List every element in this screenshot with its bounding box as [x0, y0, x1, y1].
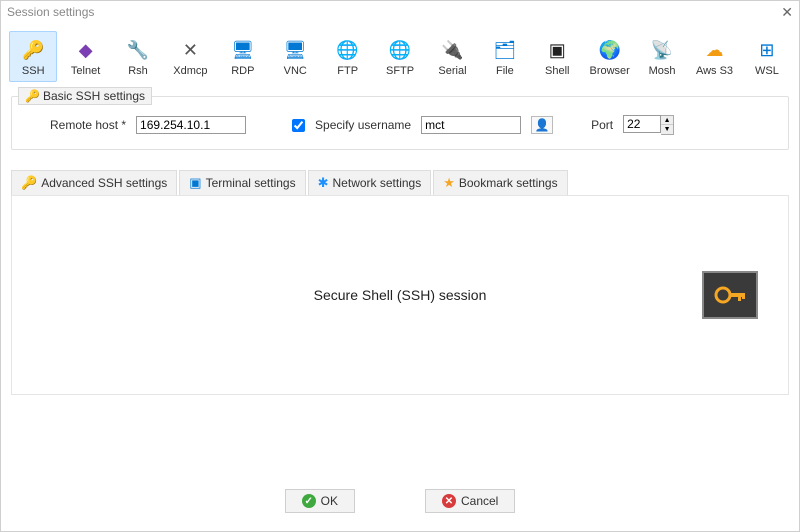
ok-label: OK: [321, 494, 338, 508]
session-type-file[interactable]: 🗂 File: [481, 31, 529, 82]
session-key-badge: [702, 271, 758, 319]
rsh-icon: 🔧: [126, 38, 150, 62]
specify-username-checkbox[interactable]: [292, 119, 305, 132]
session-type-label: Aws S3: [696, 65, 733, 77]
shell-icon: ▣: [545, 38, 569, 62]
tab-network-settings[interactable]: ✱ Network settings: [308, 170, 432, 195]
session-type-serial[interactable]: 🔌 Serial: [428, 31, 476, 82]
key-large-icon: [712, 279, 748, 311]
remote-host-label: Remote host *: [50, 118, 126, 132]
aws-s3-icon: ☁: [702, 38, 726, 62]
session-type-label: Telnet: [71, 65, 100, 77]
titlebar: Session settings ✕: [1, 1, 799, 23]
session-type-label: Serial: [438, 65, 466, 77]
ok-icon: ✓: [302, 494, 316, 508]
session-type-shell[interactable]: ▣ Shell: [533, 31, 581, 82]
basic-ssh-legend-label: Basic SSH settings: [43, 89, 145, 103]
session-type-aws-s3[interactable]: ☁ Aws S3: [690, 31, 738, 82]
session-type-ssh[interactable]: 🔑 SSH: [9, 31, 57, 82]
username-input[interactable]: [421, 116, 521, 134]
session-title: Secure Shell (SSH) session: [314, 287, 487, 303]
session-type-label: Rsh: [128, 65, 148, 77]
network-settings-tab-icon: ✱: [318, 175, 329, 191]
tab-label: Network settings: [333, 176, 422, 190]
dialog-buttons: ✓ OK ✕ Cancel: [1, 489, 799, 513]
settings-panel: Secure Shell (SSH) session: [11, 195, 789, 395]
port-label: Port: [591, 118, 613, 132]
session-type-label: SSH: [22, 65, 45, 77]
tab-label: Terminal settings: [206, 176, 296, 190]
session-type-label: Shell: [545, 65, 569, 77]
session-type-row: 🔑 SSH ◆ Telnet 🔧 Rsh ✕ Xdmcp 🖥 RDP 🖥 VNC 🌐 FTP 🌐 SFTP 🔌 S…: [1, 23, 799, 88]
cancel-button[interactable]: ✕ Cancel: [425, 489, 515, 513]
cancel-label: Cancel: [461, 494, 498, 508]
session-type-vnc[interactable]: 🖥 VNC: [271, 31, 319, 82]
tab-advanced-ssh-settings[interactable]: 🔑 Advanced SSH settings: [11, 170, 177, 195]
settings-tabs: 🔑 Advanced SSH settings ▣ Terminal settings…: [11, 170, 789, 195]
sftp-icon: 🌐: [388, 38, 412, 62]
basic-ssh-group: 🔑 Basic SSH settings Remote host * Speci…: [11, 96, 789, 150]
window-title: Session settings: [7, 5, 94, 19]
session-type-label: Xdmcp: [173, 65, 207, 77]
close-icon[interactable]: ✕: [781, 4, 793, 21]
tab-label: Bookmark settings: [459, 176, 558, 190]
key-icon: 🔑: [25, 89, 40, 103]
browser-icon: 🌍: [598, 38, 622, 62]
session-type-label: RDP: [231, 65, 254, 77]
basic-ssh-legend: 🔑 Basic SSH settings: [18, 87, 152, 105]
port-step-down[interactable]: ▼: [661, 125, 673, 134]
session-type-label: File: [496, 65, 514, 77]
file-icon: 🗂: [493, 38, 517, 62]
session-type-label: Mosh: [649, 65, 676, 77]
session-type-sftp[interactable]: 🌐 SFTP: [376, 31, 424, 82]
advanced-ssh-settings-tab-icon: 🔑: [21, 175, 37, 191]
session-type-label: SFTP: [386, 65, 414, 77]
cancel-icon: ✕: [442, 494, 456, 508]
session-type-label: Browser: [590, 65, 630, 77]
vnc-icon: 🖥: [283, 38, 307, 62]
ok-button[interactable]: ✓ OK: [285, 489, 355, 513]
session-type-mosh[interactable]: 📡 Mosh: [638, 31, 686, 82]
wsl-icon: ⊞: [755, 38, 779, 62]
rdp-icon: 🖥: [231, 38, 255, 62]
telnet-icon: ◆: [74, 38, 98, 62]
ssh-icon: 🔑: [21, 38, 45, 62]
port-input[interactable]: [623, 115, 661, 133]
session-type-xdmcp[interactable]: ✕ Xdmcp: [166, 31, 214, 82]
user-picker-button[interactable]: 👤: [531, 116, 553, 134]
tab-bookmark-settings[interactable]: ★ Bookmark settings: [433, 170, 567, 195]
serial-icon: 🔌: [440, 38, 464, 62]
specify-username-label: Specify username: [315, 118, 411, 132]
remote-host-input[interactable]: [136, 116, 246, 134]
terminal-settings-tab-icon: ▣: [189, 175, 201, 191]
session-type-browser[interactable]: 🌍 Browser: [585, 31, 633, 82]
bookmark-settings-tab-icon: ★: [443, 175, 455, 191]
mosh-icon: 📡: [650, 38, 674, 62]
tab-terminal-settings[interactable]: ▣ Terminal settings: [179, 170, 305, 195]
session-type-rsh[interactable]: 🔧 Rsh: [114, 31, 162, 82]
session-type-ftp[interactable]: 🌐 FTP: [323, 31, 371, 82]
port-step-up[interactable]: ▲: [661, 116, 673, 125]
session-type-label: VNC: [284, 65, 307, 77]
session-type-label: FTP: [337, 65, 358, 77]
session-type-rdp[interactable]: 🖥 RDP: [219, 31, 267, 82]
xdmcp-icon: ✕: [178, 38, 202, 62]
session-type-telnet[interactable]: ◆ Telnet: [61, 31, 109, 82]
tab-label: Advanced SSH settings: [41, 176, 167, 190]
session-type-label: WSL: [755, 65, 779, 77]
basic-ssh-row: Remote host * Specify username 👤 Port ▲ …: [26, 115, 774, 135]
port-stepper[interactable]: ▲ ▼: [623, 115, 674, 135]
session-type-wsl[interactable]: ⊞ WSL: [743, 31, 791, 82]
ftp-icon: 🌐: [336, 38, 360, 62]
